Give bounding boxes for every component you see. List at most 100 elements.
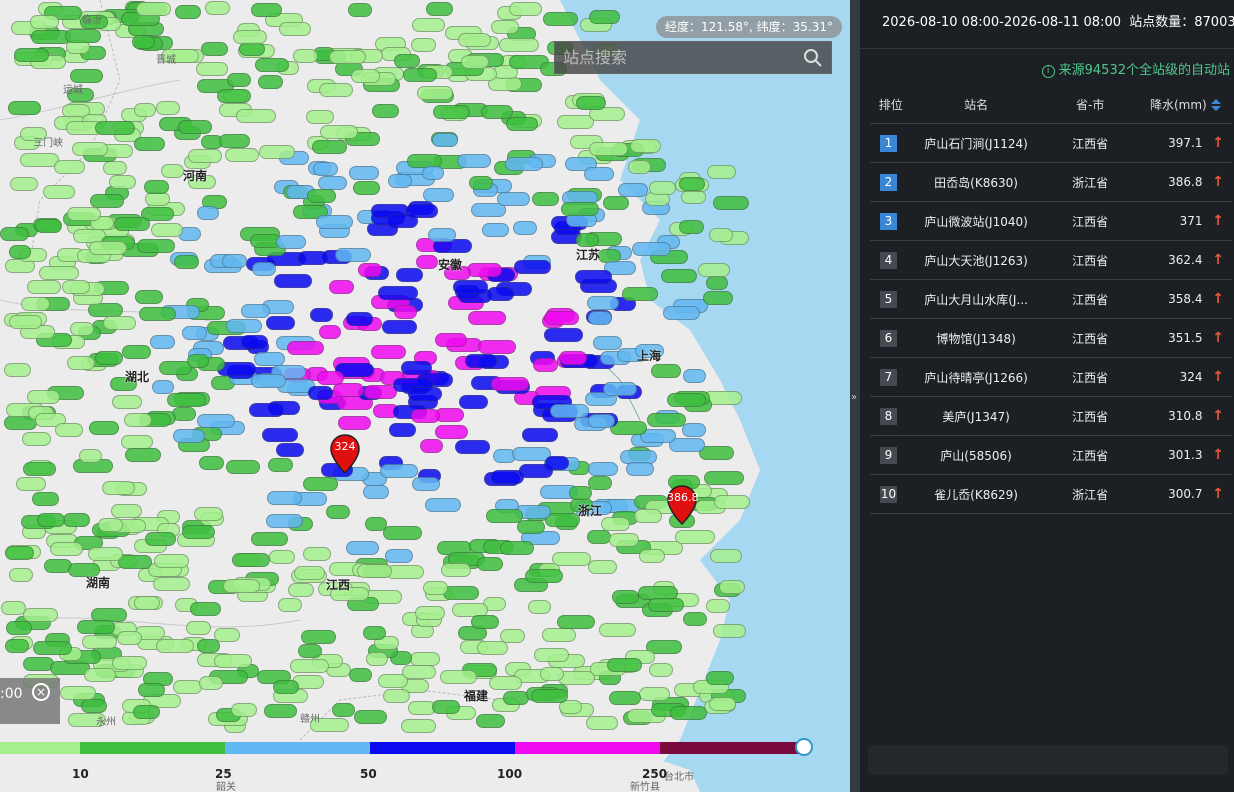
station-rain-pill [61,280,90,295]
rank-cell: 10 [870,474,912,514]
station-rain-pill [395,268,423,283]
station-name-cell[interactable]: 田岙岛(K8630) [911,162,1041,202]
station-rain-pill [241,304,271,319]
station-rain-pill [254,58,289,73]
station-rain-pill [539,666,564,681]
legend-color-segment [660,742,800,754]
station-rain-pill [381,319,417,334]
table-row[interactable]: 6 博物馆(J1348) 江西省 351.5 ↑ [870,318,1232,358]
legend-color-segment [0,742,80,754]
station-rain-pill [706,276,729,291]
place-anhui: 安徽 [438,258,463,272]
marker-value: 386.8 [667,491,699,504]
station-rain-pill [213,627,240,642]
search-icon[interactable] [803,48,823,68]
station-name-cell[interactable]: 美庐(J1347) [911,396,1041,436]
station-name-cell[interactable]: 庐山石门涧(J1124) [911,123,1041,163]
rainfall-legend-bar[interactable] [0,738,813,756]
station-rain-pill [197,206,220,221]
sort-icon[interactable] [1210,98,1222,112]
province-cell: 江西省 [1040,435,1140,475]
close-icon[interactable]: × [32,683,50,701]
table-row[interactable]: 1 庐山石门涧(J1124) 江西省 397.1 ↑ [870,123,1232,163]
legend-color-segment [80,742,225,754]
station-name-cell[interactable]: 庐山大天池(J1263) [911,240,1041,280]
station-rain-pill [681,190,707,205]
station-name-cell[interactable]: 博物馆(J1348) [911,318,1041,358]
table-row[interactable]: 10 雀儿岙(K8629) 浙江省 300.7 ↑ [870,474,1232,514]
station-rain-pill [182,326,208,341]
station-rain-pill [334,248,371,263]
station-rain-pill [5,620,32,635]
rank-badge: 3 [880,212,897,230]
station-rain-pill [172,428,205,443]
col-rainfall-sort[interactable]: 降水(mm) [1139,85,1232,124]
table-row[interactable]: 9 庐山(58506) 江西省 301.3 ↑ [870,435,1232,475]
panel-splitter[interactable]: » [850,0,860,792]
max-station-marker-tianao[interactable]: 386.8 [667,485,699,526]
station-rain-pill [533,358,559,373]
station-rain-pill [216,89,251,104]
station-rain-pill [154,553,190,568]
station-rain-pill [312,140,348,155]
rank-badge: 8 [880,407,897,425]
info-icon: i [1041,65,1055,78]
max-station-marker-lushan[interactable]: 324 [330,434,360,475]
table-row[interactable]: 8 美庐(J1347) 江西省 310.8 ↑ [870,396,1232,436]
station-rain-pill [675,530,716,545]
station-rain-pill [587,475,612,490]
station-search-box[interactable] [554,41,832,74]
collapse-arrows-icon[interactable]: » [851,392,857,403]
station-rain-pill [477,640,509,655]
station-rain-pill [7,100,41,115]
station-rain-pill [706,599,731,614]
station-rain-pill [251,531,289,546]
cursor-coordinate-readout: 经度：121.58°, 纬度：35.31° [656,16,842,38]
station-rain-pill [273,273,312,288]
station-rain-pill [707,164,737,179]
legend-slider-handle[interactable] [795,738,813,756]
station-rain-pill [189,602,221,617]
station-rain-pill [117,630,143,645]
station-rain-pill [144,532,176,547]
rainfall-map[interactable]: 河南 安徽 湖北 江苏 上海 浙江 江西 湖南 福建 临汾 运城 晋城 三门峡 … [0,0,850,792]
station-rain-pill [574,269,612,284]
station-rain-pill [49,541,83,556]
table-row[interactable]: 7 庐山待晴亭(J1266) 江西省 324 ↑ [870,357,1232,397]
table-row[interactable]: 5 庐山大月山水库(J... 江西省 358.4 ↑ [870,279,1232,319]
station-rain-pill [81,635,117,650]
station-search-input[interactable] [555,42,801,73]
time-player-box[interactable]: :00 × [0,678,60,724]
station-name-cell[interactable]: 庐山大月山水库(J... [911,279,1041,319]
rainfall-cell: 362.4 ↑ [1139,240,1232,280]
table-row[interactable]: 4 庐山大天池(J1263) 江西省 362.4 ↑ [870,240,1232,280]
station-rain-pill [345,311,373,326]
station-name-cell[interactable]: 庐山待晴亭(J1266) [911,357,1041,397]
table-row[interactable]: 2 田岙岛(K8630) 浙江省 386.8 ↑ [870,162,1232,202]
station-rain-pill [185,620,211,635]
station-rain-pill [268,549,295,564]
station-rain-pill [102,480,136,495]
station-rain-pill [405,204,438,219]
station-rain-pill [112,395,143,410]
table-row[interactable]: 3 庐山微波站(J1040) 江西省 371 ↑ [870,201,1232,241]
station-rain-pill [26,280,61,295]
station-rain-pill [560,202,599,217]
panel-header: 2026-08-10 08:00-2026-08-11 08:00 站点数量：8… [882,11,1234,30]
station-name-cell[interactable]: 庐山微波站(J1040) [911,201,1041,241]
place-ganzhou: 赣州 [300,714,320,725]
station-rain-pill [8,567,33,582]
station-rain-pill [253,351,285,366]
station-rain-pill [36,512,65,527]
station-name-cell[interactable]: 庐山(58506) [911,435,1041,475]
station-rain-pill [422,188,454,202]
station-rain-pill [297,643,322,658]
station-rain-pill [588,10,620,25]
station-rain-pill [601,517,631,532]
station-rain-pill [426,1,454,16]
station-rain-pill [338,415,372,430]
rainfall-cell: 351.5 ↑ [1139,318,1232,358]
station-name-cell[interactable]: 雀儿岙(K8629) [911,474,1041,514]
station-rain-pill [80,698,107,713]
rank-cell: 1 [870,123,912,163]
